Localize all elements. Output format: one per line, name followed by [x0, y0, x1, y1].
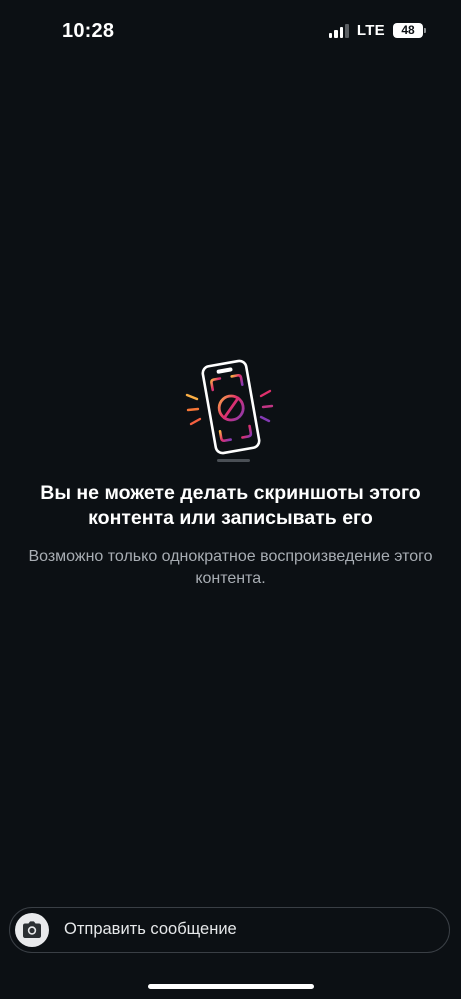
status-time: 10:28 [62, 20, 115, 42]
signal-strength-icon [328, 23, 349, 38]
notice-title: Вы не можете делать скриншоты этого конт… [40, 482, 421, 529]
notice-body: Возможно только однократное воспроизведе… [28, 548, 433, 587]
status-bar: 10:28 LTE 48 [0, 0, 461, 60]
battery-level: 48 [401, 23, 415, 37]
status-indicators: LTE 48 [328, 22, 426, 39]
battery-icon: 48 [393, 23, 426, 38]
camera-icon [23, 921, 41, 938]
message-input[interactable]: Отправить сообщение [64, 920, 237, 939]
camera-button[interactable] [15, 913, 49, 947]
network-type: LTE [356, 22, 385, 39]
no-screenshot-phone-icon [185, 359, 274, 462]
message-composer[interactable]: Отправить сообщение [9, 907, 450, 953]
home-indicator[interactable] [148, 984, 314, 989]
